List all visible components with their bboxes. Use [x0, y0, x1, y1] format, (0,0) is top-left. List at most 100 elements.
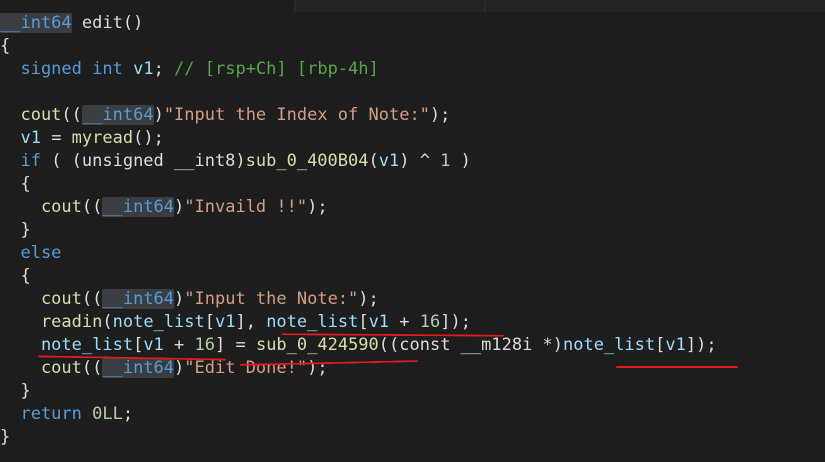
code-token: 0LL	[92, 404, 123, 424]
code-token: ;	[122, 404, 134, 424]
code-token: edit()	[71, 13, 144, 33]
code-token: v1	[378, 151, 400, 171]
code-token: =	[40, 128, 72, 148]
code-token: sub_0_424590	[255, 335, 379, 355]
code-token: {	[0, 36, 11, 56]
code-token: +	[163, 335, 195, 355]
code-token: v1	[368, 312, 390, 332]
code-token: ( (unsigned __int8)	[40, 151, 246, 171]
code-token: __int64	[0, 13, 72, 33]
code-line[interactable]: __int64 edit()	[0, 12, 143, 35]
tab-separator	[484, 0, 486, 12]
code-token: v1	[143, 335, 164, 355]
code-line[interactable]: {	[0, 173, 31, 196]
code-token: {	[0, 174, 31, 194]
code-line[interactable]: signed int v1; // [rsp+Ch] [rbp-4h]	[0, 58, 379, 81]
code-token: "Invaild !!"	[184, 197, 308, 217]
code-token: ();	[133, 128, 164, 148]
code-token: );	[358, 289, 379, 309]
code-line[interactable]: {	[0, 265, 31, 288]
code-token: if	[0, 151, 41, 171]
code-token: return	[0, 404, 82, 424]
code-line[interactable]: v1 = myread();	[0, 127, 164, 150]
code-token: }	[0, 427, 11, 447]
code-token: else	[0, 243, 62, 263]
code-token: );	[429, 105, 451, 125]
code-token: "Input the Note:"	[184, 289, 359, 309]
code-token: cout	[0, 289, 82, 309]
code-token: }	[0, 381, 31, 401]
code-token: ],	[235, 312, 267, 332]
code-editor-window: __int64 edit(){ signed int v1; // [rsp+C…	[0, 0, 825, 462]
code-token: ((	[81, 358, 103, 378]
code-line[interactable]: note_list[v1 + 16] = sub_0_424590((const…	[0, 334, 717, 357]
code-token: ;	[153, 59, 175, 79]
code-line[interactable]: cout((__int64)"Invaild !!");	[0, 196, 328, 219]
code-token: ]);	[440, 312, 471, 332]
code-token: );	[307, 197, 328, 217]
code-token: );	[307, 358, 328, 378]
code-line[interactable]: else	[0, 242, 61, 265]
code-token: v1	[133, 59, 154, 79]
code-token: ((const __m128i *)	[378, 335, 564, 355]
code-token: myread	[71, 128, 134, 148]
code-token: sub_0_400B04	[245, 151, 369, 171]
code-token: __int64	[102, 197, 175, 217]
code-token: )	[174, 289, 185, 309]
code-token: __int64	[102, 289, 175, 309]
code-line[interactable]: cout((__int64)"Input the Note:");	[0, 288, 379, 311]
code-token: [	[133, 335, 144, 355]
code-token: cout	[0, 197, 82, 217]
code-token: +	[389, 312, 420, 332]
code-token: v1	[665, 335, 686, 355]
active-tab[interactable]	[0, 0, 294, 12]
code-token: )	[450, 151, 471, 171]
decompiled-code-view[interactable]: __int64 edit(){ signed int v1; // [rsp+C…	[0, 12, 825, 462]
code-token: note_list	[266, 312, 359, 332]
code-line[interactable]: }	[0, 219, 31, 242]
code-token: (	[368, 151, 379, 171]
code-token: cout	[0, 358, 82, 378]
code-token: "Input the Index of Note:"	[163, 105, 430, 125]
code-line[interactable]: }	[0, 426, 10, 449]
code-token: __int64	[102, 358, 175, 378]
code-token: )	[174, 358, 185, 378]
code-token: 16	[194, 335, 215, 355]
code-token: signed int	[0, 59, 123, 79]
code-token: v1	[214, 312, 236, 332]
code-token: cout	[0, 105, 62, 125]
code-token: note_list	[112, 312, 205, 332]
code-token: 1	[440, 151, 451, 171]
code-line[interactable]: cout((__int64)"Input the Index of Note:"…	[0, 104, 450, 127]
code-line[interactable]: cout((__int64)"Edit Done!");	[0, 357, 328, 380]
code-token: readin	[0, 312, 103, 332]
code-token: ) ^	[399, 151, 441, 171]
code-token: (	[102, 312, 113, 332]
code-token: [	[204, 312, 215, 332]
code-line[interactable]: if ( (unsigned __int8)sub_0_400B04(v1) ^…	[0, 150, 471, 173]
code-token: ((	[81, 197, 103, 217]
code-line[interactable]: readin(note_list[v1], note_list[v1 + 16]…	[0, 311, 471, 334]
code-token: )	[153, 105, 164, 125]
code-token: [	[358, 312, 369, 332]
code-token: // [rsp+Ch] [rbp-4h]	[174, 59, 379, 79]
code-token: {	[0, 266, 31, 286]
code-token: )	[174, 197, 185, 217]
code-token: }	[0, 220, 31, 240]
code-line[interactable]: }	[0, 380, 31, 403]
code-token: ((	[81, 289, 103, 309]
code-token: [	[655, 335, 666, 355]
code-token: note_list	[563, 335, 656, 355]
code-token: ]);	[685, 335, 717, 355]
code-token: ((	[61, 105, 82, 125]
code-token: "Edit Done!"	[184, 358, 308, 378]
code-token: v1	[0, 128, 41, 148]
code-token: note_list	[0, 335, 134, 355]
code-line[interactable]: return 0LL;	[0, 403, 133, 426]
code-line[interactable]: {	[0, 35, 10, 58]
code-token: __int64	[81, 105, 154, 125]
code-token: 16	[419, 312, 441, 332]
tab-separator	[294, 0, 296, 12]
